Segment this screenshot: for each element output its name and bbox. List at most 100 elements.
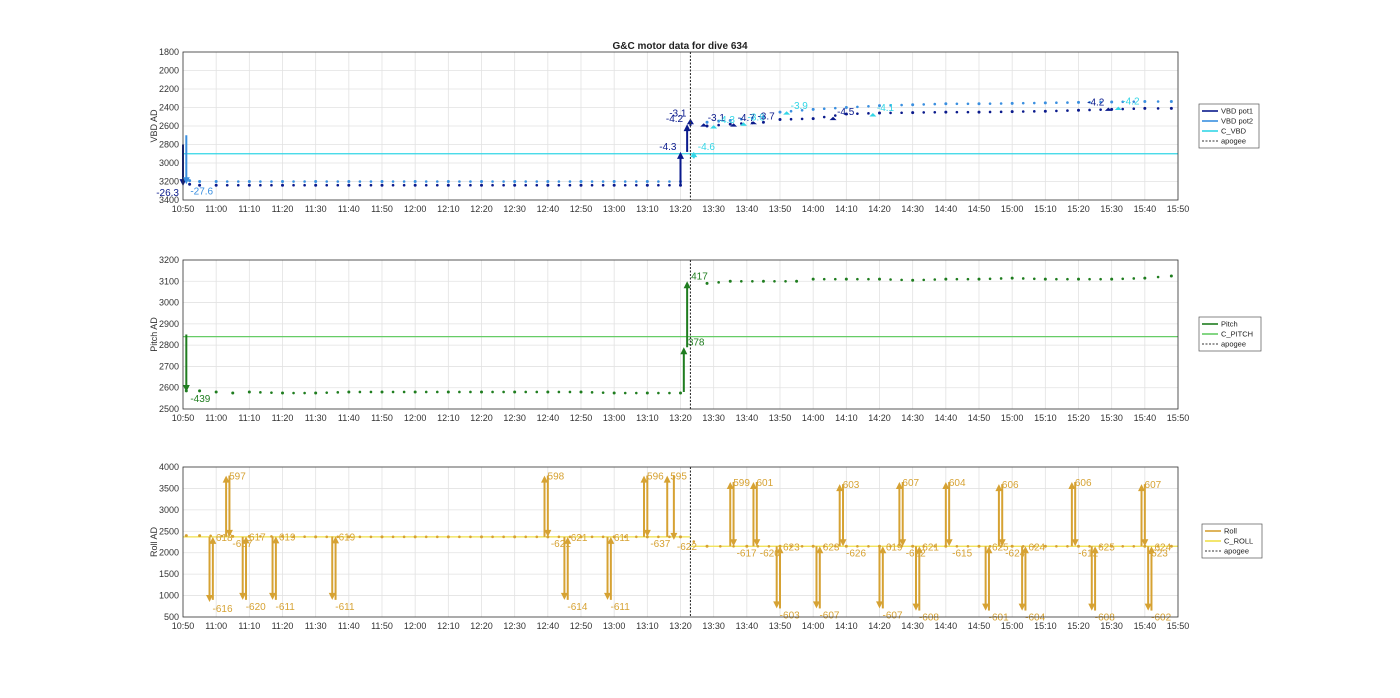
arrow-label: -626: [846, 548, 866, 559]
x-tick-label: 13:20: [669, 204, 692, 214]
series-point: [535, 183, 539, 187]
series-point: [369, 183, 373, 187]
series-point: [214, 390, 218, 394]
arrow-label: 611: [614, 533, 630, 544]
arrow-label: 606: [1002, 480, 1019, 491]
arrow-label: 619: [279, 532, 296, 543]
series-point: [1143, 276, 1147, 280]
x-tick-label: 12:10: [437, 204, 460, 214]
x-tick-label: 14:10: [835, 621, 858, 631]
arrow-label: -4.3: [659, 142, 677, 153]
series-point: [1021, 110, 1025, 113]
series-point: [535, 180, 539, 183]
series-point: [719, 544, 722, 548]
series-point: [856, 277, 859, 281]
series-point: [645, 183, 649, 187]
x-tick-label: 12:40: [537, 413, 560, 423]
series-point: [944, 102, 948, 106]
series-point: [955, 544, 959, 548]
x-tick-label: 13:30: [702, 413, 725, 423]
series-point: [480, 180, 483, 183]
series-point: [325, 180, 329, 183]
series-point: [303, 183, 306, 187]
series-point: [347, 183, 351, 187]
series-point: [867, 112, 870, 115]
x-tick-label: 15:20: [1067, 204, 1090, 214]
series-point: [303, 180, 306, 183]
y-tick-label: 2500: [159, 404, 179, 414]
series-point: [325, 183, 329, 187]
series-point: [856, 105, 859, 109]
series-point: [1043, 101, 1047, 105]
x-tick-label: 11:40: [338, 621, 360, 631]
series-point: [513, 535, 517, 539]
arrow-label: -3.1: [669, 109, 687, 120]
series-point: [1055, 544, 1058, 548]
y-tick-label: 2600: [159, 121, 179, 131]
series-point: [612, 391, 616, 395]
arrow-label: -620: [246, 602, 266, 613]
arrow-label: -611: [611, 602, 631, 613]
x-tick-label: 11:10: [238, 413, 260, 423]
series-point: [634, 391, 638, 395]
series-point: [800, 544, 804, 548]
arrow-label: -616: [213, 604, 233, 615]
series-point: [789, 117, 793, 121]
series-point: [889, 278, 892, 281]
series-point: [1077, 277, 1080, 281]
series-point: [502, 183, 505, 187]
series-point: [1110, 277, 1114, 281]
series-point: [933, 110, 937, 114]
x-tick-label: 11:30: [305, 204, 327, 214]
series-point: [314, 180, 318, 183]
x-tick-label: 11:00: [205, 204, 227, 214]
x-tick-label: 13:00: [603, 204, 626, 214]
arrow-label: 624: [1154, 542, 1171, 553]
series-point: [966, 110, 970, 114]
arrow-label: -604: [1025, 613, 1045, 624]
series-point: [579, 180, 583, 183]
legend-entry: Pitch: [1221, 320, 1238, 329]
series-point: [413, 390, 417, 394]
y-tick-label: 2000: [159, 66, 179, 76]
series-point: [999, 277, 1003, 280]
x-tick-label: 12:20: [470, 413, 493, 423]
series-point: [236, 183, 240, 187]
x-tick-label: 13:50: [769, 413, 792, 423]
series-point: [502, 535, 505, 539]
panel-pitch: 10:50 11:00 11:10 11:20 11:30 11:40 11:50 12:00…: [149, 255, 1262, 423]
series-point: [369, 180, 373, 183]
series-point: [209, 534, 212, 538]
x-tick-label: 14:50: [968, 621, 991, 631]
series-point: [1088, 277, 1091, 281]
arrow-label: -617: [737, 548, 757, 559]
x-tick-label: 10:50: [172, 621, 195, 631]
x-tick-label: 15:30: [1100, 413, 1123, 423]
arrow-label: 621: [922, 542, 939, 553]
arrow-label: -611: [276, 602, 296, 613]
x-tick-label: 13:10: [636, 204, 659, 214]
arrow-label: -608: [1095, 613, 1115, 624]
arrow-label: 623: [783, 542, 800, 553]
x-tick-label: 12:50: [570, 204, 593, 214]
x-tick-label: 12:30: [503, 204, 526, 214]
series-point: [1156, 275, 1160, 279]
series-point: [579, 183, 583, 187]
series-point: [590, 183, 594, 187]
series-point: [347, 390, 351, 394]
series-point: [705, 544, 709, 548]
series-point: [292, 183, 295, 187]
series-point: [1055, 277, 1058, 281]
series-point: [601, 535, 605, 539]
series-point: [424, 183, 428, 187]
series-point: [999, 110, 1003, 114]
y-tick-label: 3000: [159, 158, 179, 168]
series-point: [612, 183, 616, 187]
series-point: [645, 180, 649, 183]
series-point: [480, 535, 483, 539]
series-point: [657, 391, 660, 395]
series-point: [391, 180, 395, 183]
series-point: [1032, 110, 1036, 113]
x-tick-label: 15:00: [1001, 204, 1024, 214]
series-point: [292, 180, 295, 183]
